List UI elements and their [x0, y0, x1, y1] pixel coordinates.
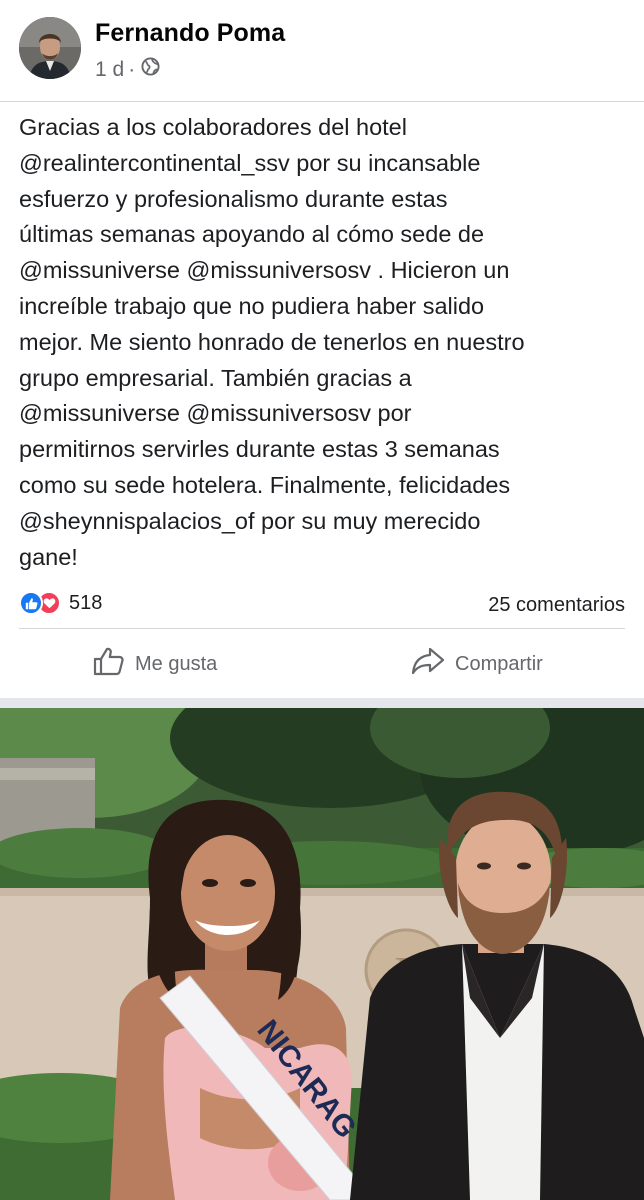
like-button[interactable]: Me gusta [93, 646, 217, 682]
share-label: Compartir [455, 652, 543, 675]
share-arrow-icon [411, 646, 455, 682]
reactions-summary[interactable]: 518 [19, 591, 102, 615]
thumbs-up-icon [93, 646, 135, 682]
post-stats: 518 25 comentarios [19, 583, 625, 625]
stats-divider [19, 628, 625, 629]
photo-image: I NICARAG [0, 708, 644, 1200]
meta-separator: · [128, 57, 136, 81]
post-photo[interactable]: I NICARAG [0, 708, 644, 1200]
like-icon [19, 591, 43, 615]
post-actions: Me gusta Compartir [0, 638, 644, 692]
globe-icon[interactable] [141, 57, 160, 82]
post-header: Fernando Poma 1 d · [0, 0, 644, 102]
section-separator [0, 698, 644, 708]
reaction-count: 518 [69, 591, 103, 614]
post-body-text: Gracias a los colaboradores del hotel @r… [19, 114, 525, 570]
comments-count[interactable]: 25 comentarios [488, 594, 625, 617]
like-label: Me gusta [135, 652, 218, 675]
author-name[interactable]: Fernando Poma [95, 19, 285, 48]
share-button[interactable]: Compartir [411, 646, 543, 682]
avatar[interactable] [19, 17, 81, 79]
avatar-image [19, 17, 81, 79]
header-divider [0, 101, 644, 102]
post-time[interactable]: 1 d [95, 58, 124, 82]
post-meta: 1 d · [95, 57, 160, 82]
